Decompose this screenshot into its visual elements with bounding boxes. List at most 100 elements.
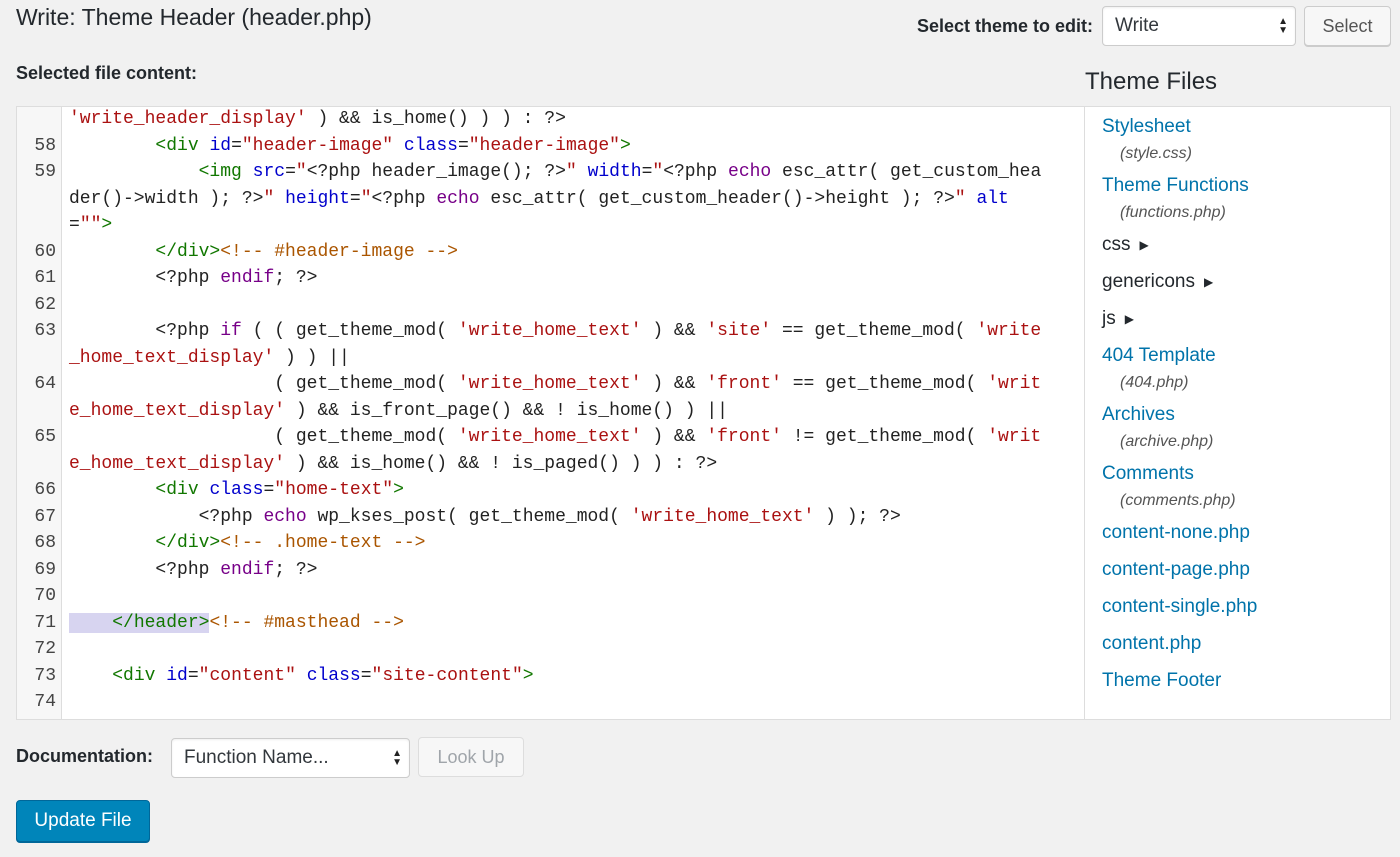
line-number: 64: [34, 374, 56, 394]
file-link-stylesheet[interactable]: Stylesheet: [1102, 113, 1390, 141]
documentation-label: Documentation:: [16, 746, 153, 766]
file-content-label: Selected file content:: [16, 63, 198, 83]
folder-toggle-js[interactable]: js ▶: [1102, 305, 1390, 333]
line-number: 59: [34, 162, 56, 182]
code-line: 58 <div id="header-image" class="header-…: [17, 133, 1084, 160]
select-theme-button[interactable]: Select: [1304, 6, 1391, 46]
file-filename: (archive.php): [1120, 433, 1214, 450]
folder-genericons: genericons ▶: [1102, 268, 1390, 296]
page-title: Write: Theme Header (header.php): [16, 4, 372, 30]
code-line: 73 <div id="content" class="site-content…: [17, 663, 1084, 690]
code-line: 62: [17, 292, 1084, 319]
code-editor[interactable]: 'write_header_display' ) && is_home() ) …: [16, 106, 1085, 720]
code-text: </header><!-- #masthead -->: [62, 610, 1084, 637]
theme-select[interactable]: Write ▲ ▼: [1102, 6, 1296, 46]
code-lines: 'write_header_display' ) && is_home() ) …: [17, 107, 1084, 716]
line-number: 73: [34, 665, 56, 686]
file-item-404-template: 404 Template (404.php): [1102, 342, 1390, 392]
file-item-theme-footer: Theme Footer: [1102, 667, 1390, 695]
folder-js: js ▶: [1102, 305, 1390, 333]
file-link-content-single[interactable]: content-single.php: [1102, 593, 1390, 621]
folder-toggle-genericons[interactable]: genericons ▶: [1102, 268, 1390, 296]
line-number: 74: [34, 692, 56, 712]
code-text: ( get_theme_mod( 'write_home_text' ) && …: [69, 374, 1042, 421]
line-number: 62: [34, 294, 56, 315]
code-line: 67 <?php echo wp_kses_post( get_theme_mo…: [17, 504, 1084, 531]
code-line: 60 </div><!-- #header-image -->: [17, 239, 1084, 266]
select-arrows-icon: ▲ ▼: [392, 748, 402, 768]
select-arrows-icon: ▲ ▼: [1278, 16, 1288, 36]
file-link-comments[interactable]: Comments: [1102, 460, 1390, 488]
line-number: 72: [34, 639, 56, 659]
folder-label: css: [1102, 234, 1131, 255]
theme-select-area: Select theme to edit: Write ▲ ▼ Select: [917, 6, 1391, 46]
file-link-theme-functions[interactable]: Theme Functions: [1102, 172, 1390, 200]
folder-css: css ▶: [1102, 231, 1390, 259]
function-name-select[interactable]: Function Name... ▲ ▼: [171, 738, 410, 778]
file-filename: (functions.php): [1120, 204, 1226, 221]
code-text: 'write_header_display' ) && is_home() ) …: [69, 109, 566, 129]
file-link-404-template[interactable]: 404 Template: [1102, 342, 1390, 370]
code-text: </div><!-- #header-image -->: [155, 241, 458, 262]
line-number: 71: [34, 612, 56, 633]
code-line: 61 <?php endif; ?>: [17, 265, 1084, 292]
line-number: [17, 107, 62, 133]
folder-toggle-css[interactable]: css ▶: [1102, 231, 1390, 259]
theme-files-title: Theme Files: [1085, 68, 1218, 95]
line-number: 60: [34, 241, 56, 262]
code-line: 72: [17, 636, 1084, 663]
file-item-comments: Comments (comments.php): [1102, 460, 1390, 510]
expand-triangle-icon: ▶: [1139, 238, 1149, 252]
file-link-theme-footer[interactable]: Theme Footer: [1102, 667, 1390, 695]
expand-triangle-icon: ▶: [1124, 312, 1134, 326]
file-link-content-page[interactable]: content-page.php: [1102, 556, 1390, 584]
update-file-button[interactable]: Update File: [16, 800, 150, 842]
file-item-content-page: content-page.php: [1102, 556, 1390, 584]
file-item-content-none: content-none.php: [1102, 519, 1390, 547]
code-text: <?php endif; ?>: [69, 268, 318, 288]
expand-triangle-icon: ▶: [1203, 275, 1214, 289]
line-number: 61: [34, 268, 56, 288]
function-name-select-value: Function Name...: [184, 747, 329, 768]
folder-label: genericons: [1102, 271, 1195, 292]
file-link-archives[interactable]: Archives: [1102, 401, 1390, 429]
line-number: 58: [34, 135, 56, 156]
file-item-content-single: content-single.php: [1102, 593, 1390, 621]
file-link-content[interactable]: content.php: [1102, 630, 1390, 658]
code-text: ( get_theme_mod( 'write_home_text' ) && …: [69, 427, 1042, 474]
file-item-archives: Archives (archive.php): [1102, 401, 1390, 451]
code-line: 68 </div><!-- .home-text -->: [17, 530, 1084, 557]
code-text: <?php echo wp_kses_post( get_theme_mod( …: [69, 506, 901, 527]
code-text: <div id="content" class="site-content">: [112, 665, 534, 686]
line-number: 67: [34, 506, 56, 527]
theme-select-value: Write: [1115, 15, 1159, 36]
code-line: 71 </header><!-- #masthead -->: [17, 610, 1084, 637]
file-item-content: content.php: [1102, 630, 1390, 658]
code-text: <div id="header-image" class="header-ima…: [155, 135, 631, 156]
code-line: 63 <?php if ( ( get_theme_mod( 'write_ho…: [17, 318, 1084, 371]
file-link-content-none[interactable]: content-none.php: [1102, 519, 1390, 547]
line-number: 70: [34, 586, 56, 606]
code-text: <img src="<?php header_image(); ?>" widt…: [69, 162, 1042, 235]
code-text: <?php endif; ?>: [69, 559, 318, 580]
file-filename: (comments.php): [1120, 492, 1236, 509]
code-text: <div class="home-text">: [155, 480, 404, 500]
code-line: 'write_header_display' ) && is_home() ) …: [17, 107, 1084, 133]
code-line: 70: [17, 583, 1084, 610]
code-line: 59 <img src="<?php header_image(); ?>" w…: [17, 159, 1084, 239]
code-line: 74: [17, 689, 1084, 716]
code-line: 69 <?php endif; ?>: [17, 557, 1084, 584]
line-number: 66: [34, 480, 56, 500]
theme-files-list: Stylesheet (style.css) Theme Functions (fun…: [1085, 106, 1391, 720]
line-number: 68: [34, 533, 56, 553]
file-filename: (style.css): [1120, 145, 1192, 162]
code-line: 65 ( get_theme_mod( 'write_home_text' ) …: [17, 424, 1084, 477]
file-item-theme-functions: Theme Functions (functions.php): [1102, 172, 1390, 222]
file-filename: (404.php): [1120, 374, 1189, 391]
look-up-button[interactable]: Look Up: [418, 737, 524, 777]
code-line: 66 <div class="home-text">: [17, 477, 1084, 504]
